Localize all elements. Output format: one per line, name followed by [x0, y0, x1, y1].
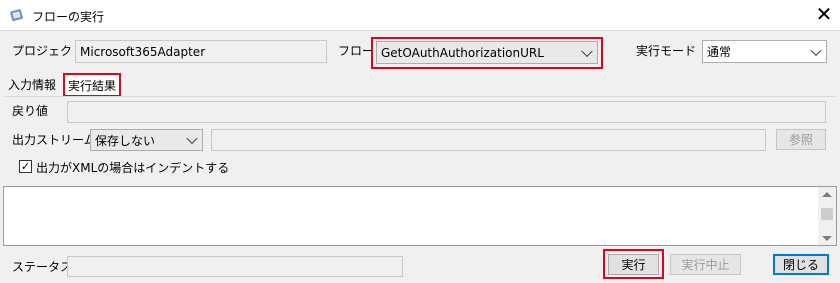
tab-run-result-label: 実行結果 — [67, 78, 116, 93]
flow-select[interactable]: GetOAuthAuthorizationURL — [376, 41, 598, 64]
chevron-down-icon — [581, 45, 593, 57]
title-bar — [0, 0, 840, 30]
run-button[interactable]: 実行 — [608, 254, 659, 275]
status-field — [67, 256, 403, 277]
scroll-up-icon[interactable] — [818, 187, 836, 201]
flow-select-value: GetOAuthAuthorizationURL — [381, 45, 544, 60]
check-icon: ✓ — [20, 160, 31, 173]
flow-label: フロー — [338, 44, 375, 58]
output-textarea[interactable] — [3, 186, 837, 246]
app-icon — [9, 7, 25, 23]
scroll-down-icon[interactable] — [818, 231, 836, 245]
tab-input-info[interactable]: 入力情報 — [8, 76, 56, 94]
return-value-field[interactable] — [67, 101, 826, 123]
mode-select-value: 通常 — [707, 45, 732, 59]
status-label: ステータス — [12, 260, 73, 274]
scrollbar-thumb[interactable] — [821, 208, 833, 220]
chevron-down-icon — [186, 132, 198, 145]
project-field[interactable]: Microsoft365Adapter — [75, 40, 327, 63]
output-stream-label: 出力ストリーム — [12, 133, 96, 147]
output-stream-path-field[interactable] — [211, 129, 766, 151]
output-stream-select[interactable]: 保存しない — [90, 129, 203, 151]
stop-button[interactable]: 実行中止 — [670, 254, 741, 275]
indent-label: 出力がXMLの場合はインデントする — [36, 161, 230, 175]
project-label: プロジェクト — [12, 44, 85, 58]
tab-run-result[interactable]: 実行結果 — [63, 73, 121, 97]
output-stream-select-value: 保存しない — [95, 133, 156, 148]
indent-checkbox[interactable]: ✓ — [19, 160, 32, 173]
close-button[interactable]: 閉じる — [773, 254, 829, 275]
title-divider — [0, 30, 840, 31]
mode-select[interactable]: 通常 — [702, 40, 827, 63]
return-value-label: 戻り値 — [12, 104, 49, 118]
close-icon[interactable]: ✕ — [812, 3, 836, 27]
browse-button[interactable]: 参照 — [776, 129, 826, 150]
window-title: フローの実行 — [32, 10, 105, 24]
chevron-down-icon — [810, 44, 822, 56]
mode-label: 実行モード — [636, 44, 697, 58]
